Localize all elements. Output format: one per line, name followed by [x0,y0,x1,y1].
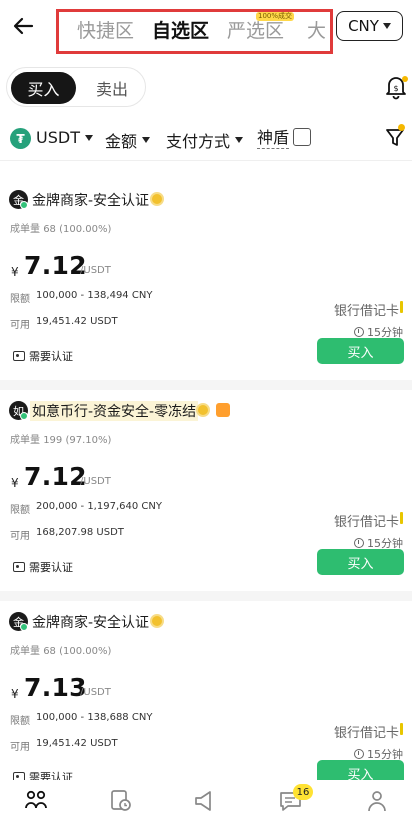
clock-icon [354,327,364,337]
limit-value: 100,000 - 138,688 CNY [36,712,153,723]
coin-filter-label: USDT [36,128,80,147]
unit-price: 7.12 [24,462,87,491]
chat-unread-badge: 16 [293,784,313,800]
online-status-dot [20,623,28,631]
tab-badge: 100%成交 [256,12,295,21]
price-unit: /USDT [80,265,111,276]
currency-selector[interactable]: CNY [336,11,403,41]
merchant-name[interactable]: 金牌商家-安全认证 [32,612,149,632]
caret-down-icon [142,137,151,143]
announcement-icon[interactable] [192,788,218,814]
notification-bell-icon[interactable]: $ [383,74,409,100]
id-card-icon [13,351,25,361]
shield-badge-icon [216,403,230,417]
listing-card: 金 金牌商家-安全认证 成单量 68 (100.00%) ¥ 7.12 /USD… [0,185,412,385]
limit-value: 100,000 - 138,494 CNY [36,290,153,301]
buy-button[interactable]: 买入 [317,338,404,364]
listing-card: 金 金牌商家-安全认证 成单量 68 (100.00%) ¥ 7.13 /USD… [0,607,412,807]
filter-indicator-dot [398,124,405,131]
merchant-name[interactable]: 金牌商家-安全认证 [32,190,149,210]
back-arrow-icon[interactable] [10,12,38,40]
currency-symbol: ¥ [11,476,19,490]
available-value: 19,451.42 USDT [36,738,118,749]
usdt-coin-icon: ₮ [10,128,31,149]
verified-merchant-icon [150,192,164,206]
card-divider [0,591,412,601]
limit-value: 200,000 - 1,197,640 CNY [36,501,162,512]
buy-tab[interactable]: 买入 [11,72,76,104]
svg-text:$: $ [393,84,398,93]
tab-quick-zone[interactable]: 快捷区 [77,16,134,43]
buy-button[interactable]: 买入 [317,549,404,575]
available-label: 可用 [10,531,30,542]
sell-tab[interactable]: 卖出 [81,72,143,104]
caret-down-icon [382,23,391,29]
currency-label: CNY [348,17,379,35]
listing-card: 如 如意币行-资金安全-零冻结 成单量 199 (97.10%) ¥ 7.12 … [0,396,412,596]
tab-big-zone[interactable]: 大 [307,16,326,43]
payment-method: 银行借记卡 [334,304,400,319]
available-value: 168,207.98 USDT [36,527,124,538]
order-stats: 成单量 68 (100.00%) [10,224,112,235]
kyc-requirement: 需要认证 [13,559,73,575]
currency-symbol: ¥ [11,265,19,279]
shield-filter[interactable]: 神盾 [257,128,290,149]
limit-label: 限额 [10,294,30,305]
profile-icon[interactable] [364,788,390,814]
payment-method: 银行借记卡 [334,515,400,530]
unit-price: 7.13 [24,673,87,702]
limit-label: 限额 [10,505,30,516]
payment-filter[interactable]: 支付方式 [166,128,244,152]
buy-sell-toggle: 买入 卖出 [6,67,146,107]
online-status-dot [20,201,28,209]
order-stats: 成单量 199 (97.10%) [10,435,112,446]
online-status-dot [20,412,28,420]
payment-color-bar [400,301,403,313]
caret-down-icon [235,137,244,143]
id-card-icon [13,562,25,572]
caret-down-icon [84,134,93,141]
divider [0,160,412,161]
shield-checkbox[interactable] [293,128,311,146]
amount-filter[interactable]: 金额 [105,128,151,152]
coin-filter[interactable]: USDT [36,128,93,147]
limit-label: 限额 [10,716,30,727]
clock-icon [354,749,364,759]
available-label: 可用 [10,742,30,753]
bottom-nav [0,780,412,814]
top-bar: 快捷区 自选区 严选区 100%成交 大 CNY [0,0,412,54]
zone-tabs: 快捷区 自选区 严选区 100%成交 大 [56,9,333,54]
order-stats: 成单量 68 (100.00%) [10,646,112,657]
amount-filter-label: 金额 [105,132,138,151]
payment-filter-label: 支付方式 [166,132,231,151]
merchant-name[interactable]: 如意币行-资金安全-零冻结 [30,401,199,421]
available-value: 19,451.42 USDT [36,316,118,327]
tab-custom-zone[interactable]: 自选区 [152,16,209,43]
payment-color-bar [400,512,403,524]
price-unit: /USDT [80,476,111,487]
price-unit: /USDT [80,687,111,698]
kyc-requirement: 需要认证 [13,348,73,364]
payment-method: 银行借记卡 [334,726,400,741]
clock-icon [354,538,364,548]
unit-price: 7.12 [24,251,87,280]
available-label: 可用 [10,320,30,331]
shield-filter-label: 神盾 [257,128,290,149]
card-divider [0,380,412,390]
payment-color-bar [400,723,403,735]
p2p-icon[interactable] [23,788,49,814]
verified-merchant-icon [150,614,164,628]
orders-icon[interactable] [108,788,134,814]
filter-bar: ₮ USDT 金额 支付方式 神盾 [0,122,412,156]
currency-symbol: ¥ [11,687,19,701]
verified-merchant-icon [196,403,210,417]
